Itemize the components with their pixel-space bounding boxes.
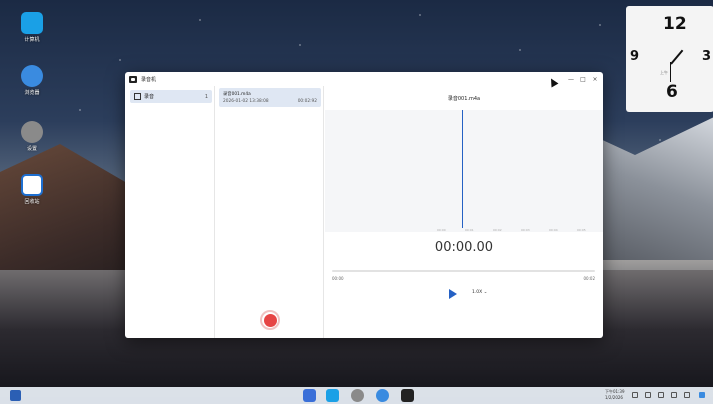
desktop-icon-label: 回收站 <box>24 199 40 205</box>
time-ruler: 00:00 00:01 00:02 00:03 00:04 00:05 <box>325 224 603 232</box>
recording-name: 录音001.m4a <box>223 92 251 97</box>
recording-list-item[interactable]: 录音001.m4a 2026-01-02 13:38:08 00:02:92 <box>219 88 321 107</box>
titlebar[interactable]: 录音机 — □ × <box>125 72 603 86</box>
clock-widget: 12 9 3 6 上午 <box>626 6 713 112</box>
ruler-tick: 00:03 <box>521 228 530 232</box>
play-icon[interactable] <box>449 289 457 299</box>
record-button[interactable] <box>260 310 280 330</box>
recording-date: 2026-01-02 13:38:08 <box>223 99 269 104</box>
playhead-line[interactable] <box>462 110 463 228</box>
ruler-tick: 00:00 <box>437 228 446 232</box>
computer-icon[interactable] <box>326 389 339 402</box>
network-icon[interactable] <box>671 392 677 398</box>
launcher-grid-icon[interactable] <box>303 389 316 402</box>
sidebar-item-recordings[interactable]: 录音 1 <box>130 90 212 103</box>
clock-number-12: 12 <box>663 14 687 34</box>
display-icon[interactable] <box>658 392 664 398</box>
browser-icon <box>21 65 43 87</box>
sidebar-item-label: 录音 <box>144 94 155 100</box>
desktop-browser[interactable]: 浏览器 <box>14 65 50 96</box>
keyboard-icon[interactable] <box>645 392 651 398</box>
assistant-icon[interactable] <box>699 392 705 398</box>
player-panel: 录音001.m4a 00:00 00:01 00:02 00:03 00:04 … <box>325 86 603 338</box>
start-menu-icon[interactable] <box>10 390 21 401</box>
waveform-area[interactable]: 00:00 00:01 00:02 00:03 00:04 00:05 <box>325 110 603 232</box>
desktop-computer[interactable]: 计算机 <box>14 12 50 43</box>
clock-number-9: 9 <box>630 49 640 64</box>
desktop-icon-label: 浏览器 <box>24 90 40 96</box>
desktop-icon-label: 计算机 <box>24 37 40 43</box>
clock-number-3: 3 <box>702 49 712 64</box>
desktop-trash[interactable]: 回收站 <box>14 174 50 205</box>
minimize-button[interactable]: — <box>565 72 577 86</box>
notification-icon[interactable] <box>684 392 690 398</box>
desktop-settings[interactable]: 设置 <box>14 121 50 152</box>
volume-icon[interactable] <box>632 392 638 398</box>
clock-number-6: 6 <box>666 82 678 102</box>
ruler-tick: 00:04 <box>549 228 558 232</box>
voice-recorder-window: 录音机 — □ × 录音 1 录音001.m4a 2026-01-02 13:3… <box>125 72 603 338</box>
progress-end-time: 00:02 <box>583 276 595 281</box>
browser-icon[interactable] <box>376 389 389 402</box>
computer-icon <box>21 12 43 34</box>
recording-duration: 00:02:92 <box>297 99 317 104</box>
ruler-tick: 00:05 <box>577 228 586 232</box>
clock-hour-hand <box>670 49 684 65</box>
close-button[interactable]: × <box>589 72 601 86</box>
taskbar: 下午01:39 1/2/2026 <box>0 387 713 404</box>
desktop-icon-label: 设置 <box>26 146 37 152</box>
player-file-title: 录音001.m4a <box>447 96 481 102</box>
maximize-button[interactable]: □ <box>577 72 589 86</box>
voice-recorder-icon[interactable] <box>401 389 414 402</box>
clock-ampm: 上午 <box>660 70 668 75</box>
trash-icon <box>21 174 43 196</box>
list-grid-icon <box>134 93 141 100</box>
recorder-app-icon <box>129 75 137 83</box>
ruler-tick: 00:02 <box>493 228 502 232</box>
current-time-display: 00:00.00 <box>434 240 494 255</box>
sidebar-item-count: 1 <box>204 93 208 100</box>
recording-list: 录音001.m4a 2026-01-02 13:38:08 00:02:92 <box>216 86 324 338</box>
playback-speed-select[interactable]: 1.0X ⌄ <box>472 290 487 295</box>
taskbar-date[interactable]: 1/2/2026 <box>605 395 623 400</box>
window-controls: — □ × <box>565 72 601 86</box>
ruler-tick: 00:01 <box>465 228 474 232</box>
playback-progress-bar[interactable] <box>332 270 595 272</box>
settings-icon <box>21 121 43 143</box>
sidebar: 录音 1 <box>125 86 215 338</box>
progress-start-time: 00:00 <box>332 276 344 281</box>
settings-icon[interactable] <box>351 389 364 402</box>
window-title: 录音机 <box>141 76 157 83</box>
clock-minute-hand <box>670 62 671 82</box>
